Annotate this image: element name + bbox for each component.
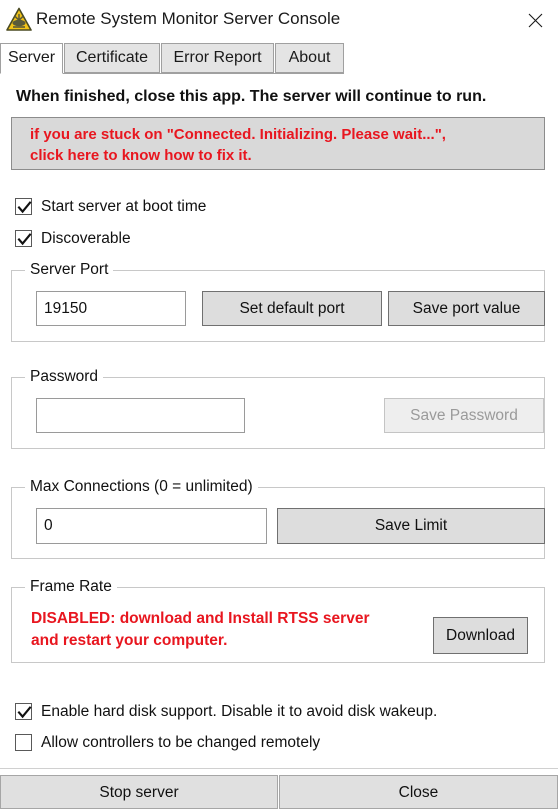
frame-rate-group-title: Frame Rate [25, 577, 117, 597]
headline-text: When finished, close this app. The serve… [16, 88, 487, 105]
tab-about-label: About [288, 49, 331, 66]
checkbox-box [15, 703, 32, 720]
check-icon [17, 233, 32, 246]
tab-certificate[interactable]: Certificate [64, 43, 160, 73]
window-title: Remote System Monitor Server Console [36, 9, 341, 28]
checkbox-box [15, 198, 32, 215]
set-default-port-button[interactable]: Set default port [202, 291, 382, 326]
warning-triangle-icon [6, 7, 32, 32]
tab-server[interactable]: Server [0, 43, 63, 74]
checkbox-box [15, 734, 32, 751]
frame-rate-status-line1: DISABLED: download and Install RTSS serv… [31, 610, 370, 627]
tab-server-label: Server [7, 49, 56, 66]
checkbox-discoverable[interactable]: Discoverable [15, 228, 315, 250]
fix-instructions-banner[interactable]: if you are stuck on "Connected. Initiali… [11, 117, 545, 170]
password-input[interactable] [36, 398, 245, 433]
checkbox-start-server-at-boot[interactable]: Start server at boot time [15, 196, 315, 218]
frame-rate-status-line2: and restart your computer. [31, 632, 228, 649]
tab-strip: Server Certificate Error Report About [0, 43, 558, 74]
password-group-title: Password [25, 367, 104, 387]
save-port-value-button[interactable]: Save port value [388, 291, 545, 326]
checkbox-allow-controllers-remote-label: Allow controllers to be changed remotely [41, 734, 321, 751]
server-tab-panel: When finished, close this app. The serve… [0, 74, 558, 768]
checkbox-enable-hard-disk-support-label: Enable hard disk support. Disable it to … [41, 703, 438, 720]
fix-instructions-line2: click here to know how to fix it. [30, 147, 252, 164]
checkbox-start-server-at-boot-label: Start server at boot time [41, 198, 207, 215]
checkbox-discoverable-label: Discoverable [41, 230, 131, 247]
checkbox-allow-controllers-remote[interactable]: Allow controllers to be changed remotely [15, 732, 535, 754]
footer-bar: Stop server Close [0, 769, 558, 809]
tab-certificate-label: Certificate [75, 49, 149, 66]
checkbox-box [15, 230, 32, 247]
check-icon [17, 201, 32, 214]
checkbox-enable-hard-disk-support[interactable]: Enable hard disk support. Disable it to … [15, 701, 535, 723]
password-group: Password Save Password [11, 367, 545, 449]
max-connections-group-title: Max Connections (0 = unlimited) [25, 477, 258, 497]
tab-about[interactable]: About [275, 43, 344, 73]
check-icon [17, 706, 32, 719]
frame-rate-group: Frame Rate DISABLED: download and Instal… [11, 577, 545, 663]
download-rtss-button[interactable]: Download [433, 617, 528, 654]
close-app-button[interactable]: Close [279, 775, 558, 809]
tab-error-report[interactable]: Error Report [161, 43, 274, 73]
save-password-button[interactable]: Save Password [384, 398, 544, 433]
close-window-button[interactable] [512, 0, 558, 40]
server-port-input[interactable] [36, 291, 186, 326]
title-bar: Remote System Monitor Server Console [0, 0, 558, 40]
save-limit-button[interactable]: Save Limit [277, 508, 545, 544]
server-port-group: Server Port Set default port Save port v… [11, 260, 545, 342]
stop-server-button[interactable]: Stop server [0, 775, 278, 809]
max-connections-group: Max Connections (0 = unlimited) Save Lim… [11, 477, 545, 559]
fix-instructions-text: if you are stuck on "Connected. Initiali… [30, 124, 530, 166]
close-icon [528, 13, 542, 27]
frame-rate-status-message: DISABLED: download and Install RTSS serv… [31, 608, 431, 652]
server-port-group-title: Server Port [25, 260, 114, 280]
fix-instructions-line1: if you are stuck on "Connected. Initiali… [30, 126, 446, 143]
tab-error-report-label: Error Report [173, 49, 262, 66]
max-connections-input[interactable] [36, 508, 267, 544]
